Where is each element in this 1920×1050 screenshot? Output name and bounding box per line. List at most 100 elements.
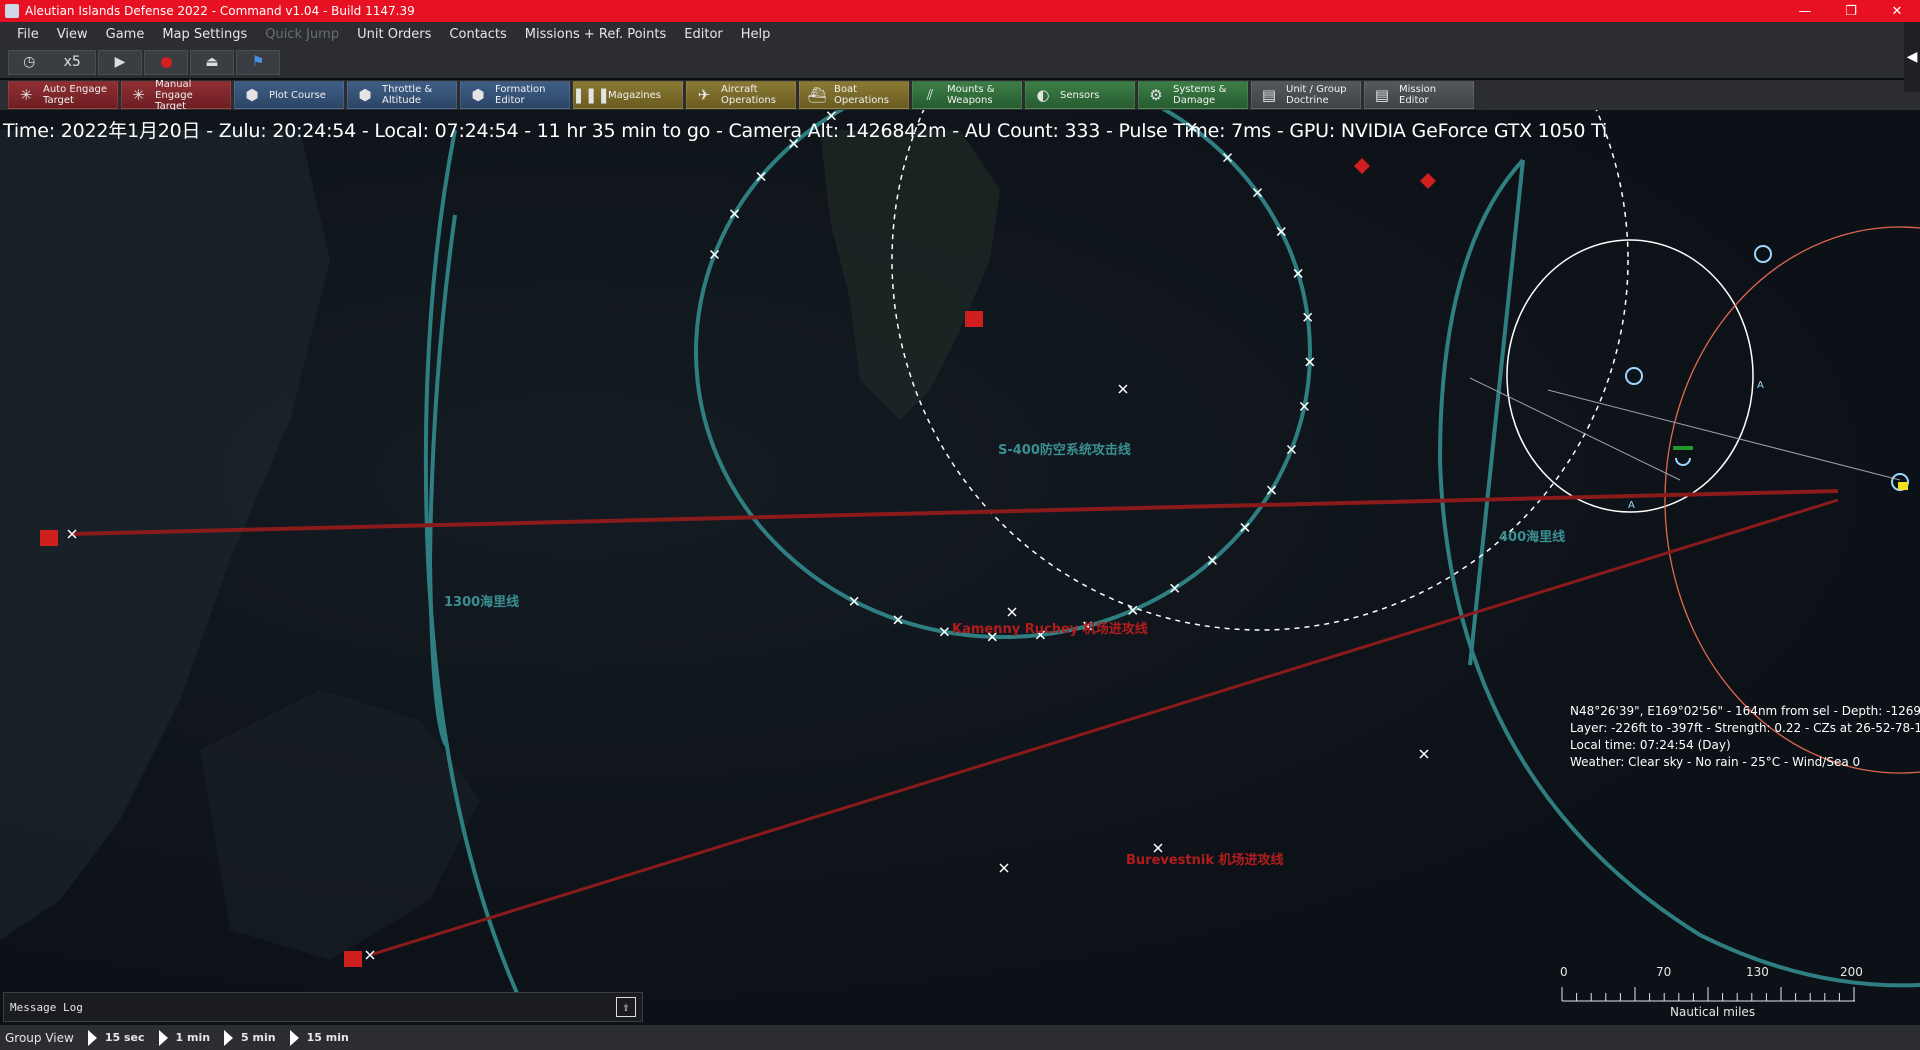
label-line1: Formation xyxy=(495,84,546,95)
scale-tick-200: 200 xyxy=(1840,965,1863,979)
throttle-icon: ⬢ xyxy=(358,85,372,104)
cursor-layer: Layer: -226ft to -397ft - Strength: 0.22… xyxy=(1570,721,1920,735)
label-line2: Weapons xyxy=(947,95,993,106)
hostile-base-2 xyxy=(965,311,983,327)
label-line1: Mission xyxy=(1399,84,1437,95)
label-line1: Throttle & xyxy=(382,84,433,95)
sensors-button[interactable]: ◐ Sensors xyxy=(1025,81,1135,109)
label-line2: Operations xyxy=(834,95,889,106)
formation-editor-button[interactable]: ⬢ Formation Editor xyxy=(460,81,570,109)
step-5min-button[interactable]: 5 min xyxy=(224,1029,276,1046)
step-1min-button[interactable]: 1 min xyxy=(158,1029,211,1046)
mission-editor-button[interactable]: ▤ Mission Editor xyxy=(1364,81,1474,109)
time-toolbar: ◷ x5 ▶ ⏏ ⚑ xyxy=(0,46,1920,78)
range-ring-s400 xyxy=(694,110,1312,639)
auto-engage-target-button[interactable]: ✳ Auto Engage Target xyxy=(8,81,118,109)
systems-damage-button[interactable]: ⚙ Systems & Damage xyxy=(1138,81,1248,109)
menu-file[interactable]: File xyxy=(8,27,48,42)
arrow-up-icon: ⇧ xyxy=(622,1000,630,1014)
menu-game[interactable]: Game xyxy=(97,27,154,42)
scale-tick-130: 130 xyxy=(1746,965,1769,979)
dashed-range-circle xyxy=(891,110,1629,631)
reference-point-marker xyxy=(1118,384,1128,394)
group-view-toggle[interactable]: Group View xyxy=(5,1031,74,1045)
unit-a-label: A xyxy=(1628,500,1635,511)
bottom-status-bar: Group View 15 sec 1 min 5 min 15 min xyxy=(0,1025,1920,1050)
label-line1: Manual xyxy=(155,78,192,90)
message-log-bar[interactable]: Message Log ⇧ xyxy=(3,992,643,1022)
step-label: 15 sec xyxy=(104,1031,145,1044)
label-line1: Mounts & xyxy=(947,84,995,95)
expand-message-log-button[interactable]: ⇧ xyxy=(616,997,636,1017)
menu-missions-ref-points[interactable]: Missions + Ref. Points xyxy=(516,27,676,42)
menu-help[interactable]: Help xyxy=(732,27,780,42)
aircraft-operations-button[interactable]: ✈ Aircraft Operations xyxy=(686,81,796,109)
label-line1: Magazines xyxy=(608,89,661,101)
step-label: 15 min xyxy=(306,1031,349,1044)
restore-button[interactable]: ❐ xyxy=(1828,0,1874,22)
400nm-line-label: 400海里线 xyxy=(1499,530,1566,545)
auto-engage-icon: ✳ xyxy=(19,85,33,104)
reference-point-button[interactable]: ⚑ xyxy=(236,49,280,75)
clock-icon: ◷ xyxy=(23,54,36,70)
scale-tick-0: 0 xyxy=(1560,965,1568,979)
doctrine-icon: ▤ xyxy=(1261,85,1277,104)
label-line1: Unit / Group xyxy=(1286,84,1347,95)
scale-tick-70: 70 xyxy=(1656,965,1672,979)
s400-attack-line-label: S-400防空系统攻击线 xyxy=(998,443,1131,458)
label-line1: Systems & xyxy=(1173,84,1227,95)
hostile-site-2 xyxy=(1420,173,1436,189)
message-log-label: Message Log xyxy=(10,1000,83,1014)
throttle-altitude-button[interactable]: ⬢ Throttle & Altitude xyxy=(347,81,457,109)
road-icon: ⏏ xyxy=(205,54,219,70)
label-line2: Editor xyxy=(1399,95,1429,106)
collapse-panel-button[interactable]: ◀ xyxy=(1904,22,1920,92)
magazines-icon: ❚❚❚ xyxy=(572,85,610,104)
hostile-base-3 xyxy=(344,951,362,967)
manual-engage-icon: ✳ xyxy=(132,85,145,104)
reference-point-marker xyxy=(1419,749,1429,759)
menu-contacts[interactable]: Contacts xyxy=(440,27,515,42)
reference-point-marker xyxy=(999,863,1009,873)
time-compression-button[interactable]: ◷ x5 xyxy=(8,49,96,75)
record-button[interactable] xyxy=(144,49,188,75)
play-button[interactable]: ▶ xyxy=(98,49,142,75)
menu-bar: File View Game Map Settings Quick Jump U… xyxy=(0,22,1920,46)
scale-bar: 0 70 130 200 Nautical miles xyxy=(1560,965,1863,1025)
step-label: 1 min xyxy=(175,1031,211,1044)
command-app-window: Aleutian Islands Defense 2022 - Command … xyxy=(0,0,1920,1050)
burevestnik-attack-line-label: Burevestnik 机场进攻线 xyxy=(1126,853,1284,868)
step-15sec-button[interactable]: 15 sec xyxy=(87,1029,145,1046)
minimize-button[interactable]: — xyxy=(1782,0,1828,22)
selected-group-marker xyxy=(1673,446,1693,450)
mounts-weapons-button[interactable]: ⫽ Mounts & Weapons xyxy=(912,81,1022,109)
scale-unit: Nautical miles xyxy=(1670,1005,1756,1019)
step-label: 5 min xyxy=(241,1031,276,1044)
label-line1: Plot Course xyxy=(269,89,326,101)
play-step-icon xyxy=(289,1029,299,1046)
step-15min-button[interactable]: 15 min xyxy=(289,1029,349,1046)
boat-operations-button[interactable]: ⛴ Boat Operations xyxy=(799,81,909,109)
orders-toolbar: ✳ Auto Engage Target ✳ Manual Engage Target … xyxy=(0,78,1920,112)
tactical-map[interactable]: S-400防空系统攻击线 1300海里线 400海里线 Kamenny Ruch… xyxy=(0,110,1920,1025)
plot-course-button[interactable]: ⬢ Plot Course xyxy=(234,81,344,109)
label-line1: Boat xyxy=(834,84,858,95)
cursor-position: N48°26'39", E169°02'56" - 164nm from sel… xyxy=(1570,704,1920,718)
magazines-button[interactable]: ❚❚❚ Magazines xyxy=(572,81,683,109)
sensors-icon: ◐ xyxy=(1036,85,1050,104)
formation-icon: ⬢ xyxy=(471,85,485,104)
menu-map-settings[interactable]: Map Settings xyxy=(153,27,256,42)
cursor-info-panel: N48°26'39", E169°02'56" - 164nm from sel… xyxy=(1570,703,1920,771)
toggle-view-button[interactable]: ⏏ xyxy=(190,49,234,75)
plot-course-icon: ⬢ xyxy=(245,85,259,104)
menu-unit-orders[interactable]: Unit Orders xyxy=(348,27,440,42)
unit-group-doctrine-button[interactable]: ▤ Unit / Group Doctrine xyxy=(1251,81,1361,109)
menu-view[interactable]: View xyxy=(48,27,97,42)
unit-a-label-2: A xyxy=(1757,380,1764,391)
time-compression-value: x5 xyxy=(63,54,81,70)
manual-engage-target-button[interactable]: ✳ Manual Engage Target xyxy=(121,78,231,112)
close-button[interactable]: ✕ xyxy=(1874,0,1920,22)
menu-editor[interactable]: Editor xyxy=(675,27,731,42)
aircraft-icon: ✈ xyxy=(697,85,711,104)
reference-point-marker xyxy=(1007,607,1017,617)
